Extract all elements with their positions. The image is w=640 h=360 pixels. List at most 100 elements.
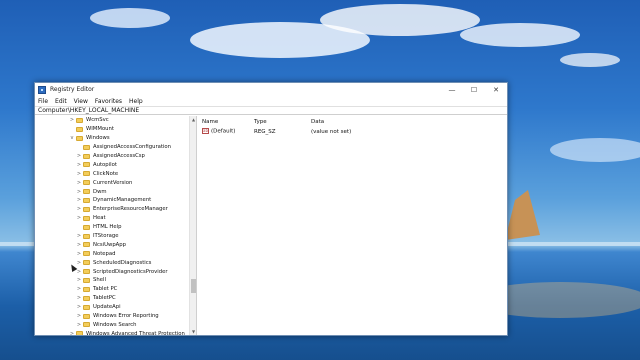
chevron-right-icon[interactable]: > [75,153,83,159]
folder-icon [83,295,90,301]
tree-item-label: Dwm [93,188,107,195]
value-row[interactable]: ab (Default) REG_SZ (value not set) [197,127,507,136]
folder-icon [76,135,83,141]
tree-item[interactable]: > AssignedAccessCsp [35,152,196,161]
tree-item[interactable]: WIMMount [35,125,196,134]
tree-item-label: Shell [93,277,106,284]
values-pane: Name Type Data ab (Default) REG_SZ (value… [197,116,507,335]
menu-view[interactable]: View [74,98,88,105]
chevron-down-icon[interactable]: v [68,135,76,141]
tree-item-label: WcmSvc [86,117,109,124]
chevron-right-icon[interactable]: > [75,295,83,301]
registry-tree: > WcmSvc WIMMount v Windows AssignedAccessCon… [35,116,197,335]
menu-edit[interactable]: Edit [55,98,67,105]
tree-item[interactable]: > TabletPC [35,294,196,303]
chevron-right-icon[interactable]: > [68,331,76,335]
tree-item[interactable]: > NcsiUwpApp [35,240,196,249]
chevron-right-icon[interactable]: > [75,162,83,168]
close-button[interactable]: ✕ [485,83,507,96]
folder-icon [83,269,90,275]
scroll-thumb[interactable] [191,279,196,293]
chevron-right-icon[interactable]: > [75,206,83,212]
chevron-right-icon[interactable]: > [75,286,83,292]
window-title: Registry Editor [50,86,95,93]
folder-icon [83,233,90,239]
tree-item[interactable]: > WcmSvc [35,116,196,125]
tree-item-label: Windows Advanced Threat Protection [86,330,185,335]
tree-item-label: Heat [93,215,106,222]
folder-icon [83,286,90,292]
column-type-header[interactable]: Type [254,119,311,125]
tree-item[interactable]: > ScheduledDiagnostics [35,258,196,267]
tree-item[interactable]: AssignedAccessConfiguration [35,143,196,152]
address-bar[interactable]: Computer\HKEY_LOCAL_MACHINE [35,106,507,115]
tree-item[interactable]: > UpdateApi [35,303,196,312]
minimize-button[interactable]: — [441,83,463,96]
tree-item[interactable]: HTML Help [35,223,196,232]
tree-item[interactable]: > Heat [35,214,196,223]
chevron-right-icon[interactable]: > [75,215,83,221]
tree-scrollbar[interactable]: ▲ ▼ [189,116,196,335]
chevron-right-icon[interactable]: > [75,180,83,186]
tree-item-label: Windows Search [93,321,137,328]
folder-icon [83,242,90,248]
scroll-up-arrow-icon[interactable]: ▲ [190,116,196,123]
chevron-right-icon[interactable]: > [75,251,83,257]
folder-icon [83,206,90,212]
tree-item[interactable]: > Shell [35,276,196,285]
tree-item[interactable]: > Windows Search [35,320,196,329]
title-bar[interactable]: Registry Editor — ☐ ✕ [35,83,507,96]
menu-help[interactable]: Help [129,98,143,105]
folder-icon [83,215,90,221]
maximize-button[interactable]: ☐ [463,83,485,96]
values-header: Name Type Data [197,116,507,127]
chevron-right-icon[interactable]: > [75,313,83,319]
value-data: (value not set) [311,128,352,135]
ab-string-icon: ab [202,128,209,135]
chevron-right-icon[interactable]: > [75,233,83,239]
chevron-right-icon[interactable]: > [75,189,83,195]
chevron-right-icon[interactable]: > [75,260,83,266]
chevron-right-icon[interactable]: > [75,197,83,203]
tree-item[interactable]: > Notepad [35,249,196,258]
menu-bar: File Edit View Favorites Help [35,96,507,106]
tree-item-label: ITStorage [93,233,119,240]
folder-icon [83,313,90,319]
folder-icon [76,331,83,335]
tree-item-label: UpdateApi [93,304,121,311]
chevron-right-icon[interactable]: > [75,242,83,248]
folder-icon [83,162,90,168]
chevron-right-icon[interactable]: > [68,117,76,123]
tree-item[interactable]: > ClickNote [35,169,196,178]
tree-item[interactable]: > Tablet PC [35,285,196,294]
tree-item[interactable]: > Windows Error Reporting [35,312,196,321]
tree-item[interactable]: > ScriptedDiagnosticsProvider [35,267,196,276]
tree-item-label: EnterpriseResourceManager [93,206,168,213]
tree-item[interactable]: > Windows Advanced Threat Protection [35,329,196,335]
folder-icon [83,224,90,230]
folder-icon [83,260,90,266]
column-name-header[interactable]: Name [197,119,254,125]
menu-file[interactable]: File [38,98,48,105]
tree-item-label: HTML Help [93,224,122,231]
menu-favorites[interactable]: Favorites [95,98,122,105]
scroll-down-arrow-icon[interactable]: ▼ [190,328,196,335]
chevron-right-icon[interactable]: > [75,322,83,328]
tree-item[interactable]: > Dwm [35,187,196,196]
folder-icon [83,144,90,150]
tree-item-label: AssignedAccessCsp [93,153,145,159]
chevron-right-icon[interactable]: > [75,171,83,177]
folder-icon [83,277,90,283]
tree-item[interactable]: > DynamicManagement [35,196,196,205]
tree-item[interactable]: > CurrentVersion [35,178,196,187]
tree-item[interactable]: > ITStorage [35,232,196,241]
tree-item[interactable]: > EnterpriseResourceManager [35,205,196,214]
registry-icon [38,85,46,94]
folder-icon [83,251,90,257]
tree-item[interactable]: v Windows [35,134,196,143]
chevron-right-icon[interactable]: > [75,277,83,283]
chevron-right-icon[interactable]: > [75,304,83,310]
tree-item[interactable]: > Autopilot [35,160,196,169]
folder-icon [83,322,90,328]
column-data-header[interactable]: Data [311,119,507,125]
